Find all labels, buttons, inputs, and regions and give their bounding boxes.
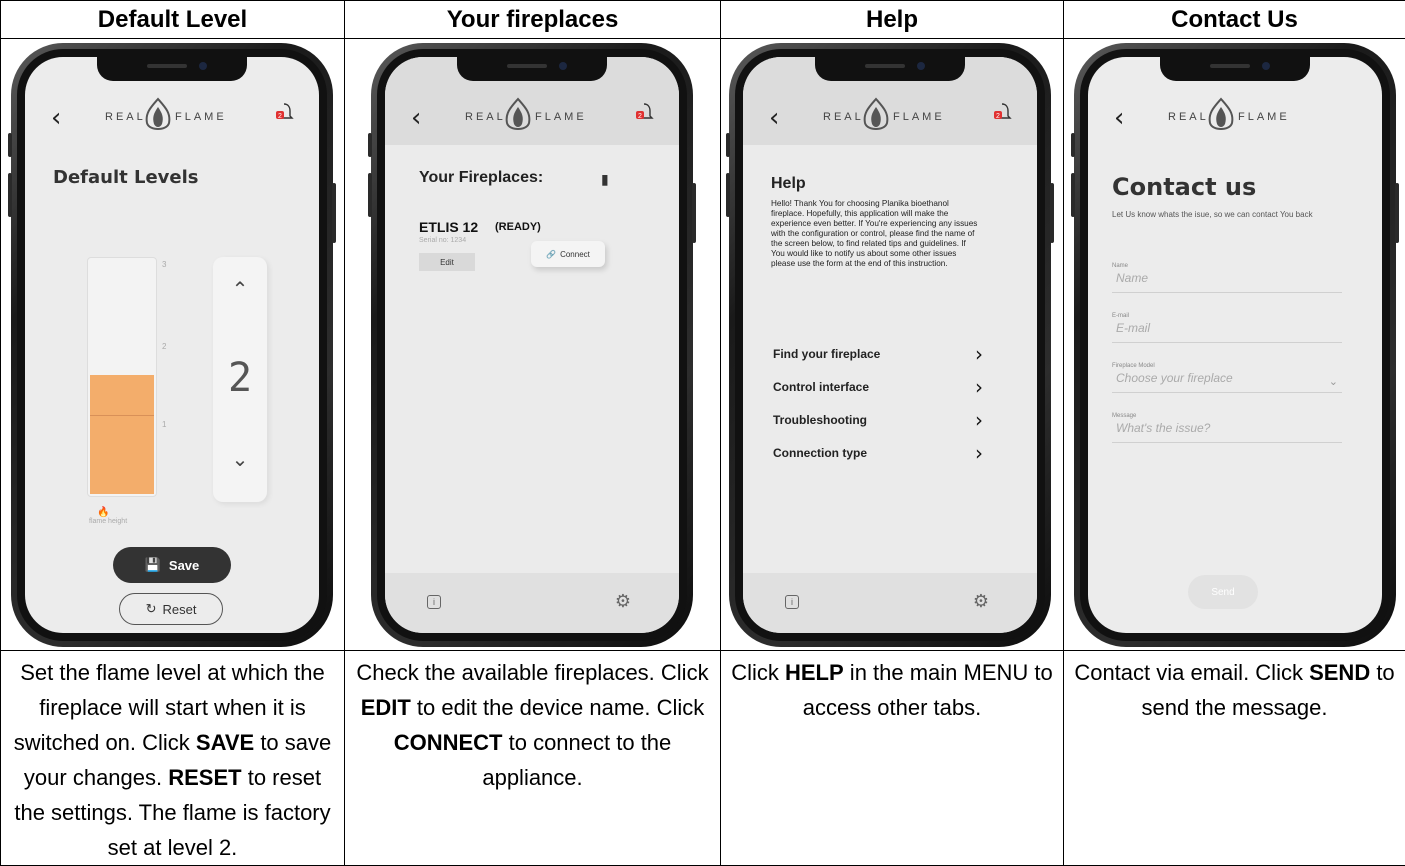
back-icon[interactable]: ‹ [769,103,779,133]
phone-frame: ‹ REAL FLAME 2 Your Fireplaces: ▮ [371,43,693,647]
page-title: Help [771,175,806,193]
flame-level-fill [90,375,154,494]
phone-screen: ‹ REAL FLAME 2 Your Fireplaces: ▮ [385,57,679,633]
svg-text:2: 2 [996,113,1000,120]
chevron-down-icon[interactable]: ⌄ [213,447,267,472]
phone-frame: ‹ REAL FLAME 2 Help Hello! Thank You f [729,43,1051,647]
save-button[interactable]: 💾 Save [113,547,231,583]
info-icon[interactable]: i [785,595,799,609]
flame-level-gauge[interactable]: 3 2 1 [87,257,157,497]
help-item-find-your-fireplace[interactable]: Find your fireplace› [773,337,983,370]
send-button[interactable]: Send [1188,575,1258,609]
contact-subtitle: Let Us know whats the isue, so we can co… [1112,209,1342,220]
level-stepper: ⌃ 2 ⌄ [213,257,267,502]
header-default-level: Default Level [1,1,345,39]
fireplace-serial: Serial no: 1234 [419,237,466,244]
back-icon[interactable]: ‹ [411,103,421,133]
fireplace-name: ETLIS 12 [419,219,478,235]
header-contact-us: Contact Us [1064,1,1405,39]
phone-screen: ‹ REAL FLAME 2 Help Hello! Thank You f [743,57,1037,633]
notification-bell-icon[interactable]: 2 [633,101,655,128]
help-item-control-interface[interactable]: Control interface› [773,370,983,403]
help-text: Hello! Thank You for choosing Planika bi… [771,199,981,269]
phone-screen: ‹ REAL FLAME Contact us Let Us know what… [1088,57,1382,633]
phone-frame: ‹ REAL FLAME 2 Default Levels [11,43,333,647]
refresh-icon: ↻ [146,601,157,617]
chevron-right-icon: › [975,342,983,366]
phone-screen: ‹ REAL FLAME 2 Default Levels [25,57,319,633]
info-icon[interactable]: i [427,595,441,609]
notification-bell-icon[interactable]: 2 [991,101,1013,128]
fireplace-status: (READY) [495,221,541,233]
phone-cell-your-fireplaces: ‹ REAL FLAME 2 Your Fireplaces: ▮ [345,39,721,651]
gear-icon[interactable]: ⚙ [973,591,989,612]
trash-icon[interactable]: ▮ [601,171,609,188]
real-flame-logo: REAL FLAME [455,95,605,135]
tick-label: 2 [162,342,166,351]
phone-frame: ‹ REAL FLAME Contact us Let Us know what… [1074,43,1396,647]
flame-icon: 🔥 [97,507,127,518]
svg-text:2: 2 [638,113,642,120]
real-flame-logo: REAL FLAME [95,95,245,135]
phone-cell-contact-us: ‹ REAL FLAME Contact us Let Us know what… [1064,39,1405,651]
phone-cell-help: ‹ REAL FLAME 2 Help Hello! Thank You f [721,39,1064,651]
chevron-right-icon: › [975,408,983,432]
svg-text:2: 2 [278,113,282,120]
bottom-bar: i ⚙ [385,573,679,633]
help-item-troubleshooting[interactable]: Troubleshooting› [773,403,983,436]
description-help: Click HELP in the main MENU to access ot… [721,651,1064,866]
message-field[interactable]: Message What's the issue? [1112,413,1342,443]
instruction-table: Default Level Your fireplaces Help Conta… [0,0,1405,866]
back-icon[interactable]: ‹ [51,103,61,133]
flame-height-label: 🔥 flame height [89,507,127,525]
tick-label: 3 [162,260,166,269]
help-item-connection-type[interactable]: Connection type› [773,436,983,469]
name-field[interactable]: Name Name [1112,263,1342,293]
reset-button[interactable]: ↻ Reset [119,593,223,625]
description-default-level: Set the flame level at which the firepla… [1,651,345,866]
notification-bell-icon[interactable]: 2 [273,101,295,128]
header-your-fireplaces: Your fireplaces [345,1,721,39]
phone-cell-default-levels: ‹ REAL FLAME 2 Default Levels [1,39,345,651]
header-help: Help [721,1,1064,39]
real-flame-logo: REAL FLAME [813,95,963,135]
level-value: 2 [213,355,267,401]
page-title: Your Fireplaces: [419,169,543,187]
chevron-down-icon: ⌄ [1329,375,1338,388]
real-flame-logo: REAL FLAME [1158,95,1308,135]
page-title: Contact us [1112,173,1256,201]
connect-button[interactable]: 🔗 Connect [531,241,605,267]
chevron-right-icon: › [975,441,983,465]
page-title: Default Levels [53,167,199,188]
chevron-right-icon: › [975,375,983,399]
description-your-fireplaces: Check the available fireplaces. Click ED… [345,651,721,866]
back-icon[interactable]: ‹ [1114,103,1124,133]
fireplace-model-select[interactable]: Fireplace Model Choose your fireplace ⌄ [1112,363,1342,393]
link-icon: 🔗 [546,250,556,259]
edit-button[interactable]: Edit [419,253,475,271]
chevron-up-icon[interactable]: ⌃ [213,277,267,302]
email-field[interactable]: E-mail E-mail [1112,313,1342,343]
gear-icon[interactable]: ⚙ [615,591,631,612]
floppy-disk-icon: 💾 [145,557,161,573]
description-contact-us: Contact via email. Click SEND to send th… [1064,651,1405,866]
tick-label: 1 [162,420,166,429]
bottom-bar: i ⚙ [743,573,1037,633]
help-menu: Find your fireplace› Control interface› … [773,337,983,469]
